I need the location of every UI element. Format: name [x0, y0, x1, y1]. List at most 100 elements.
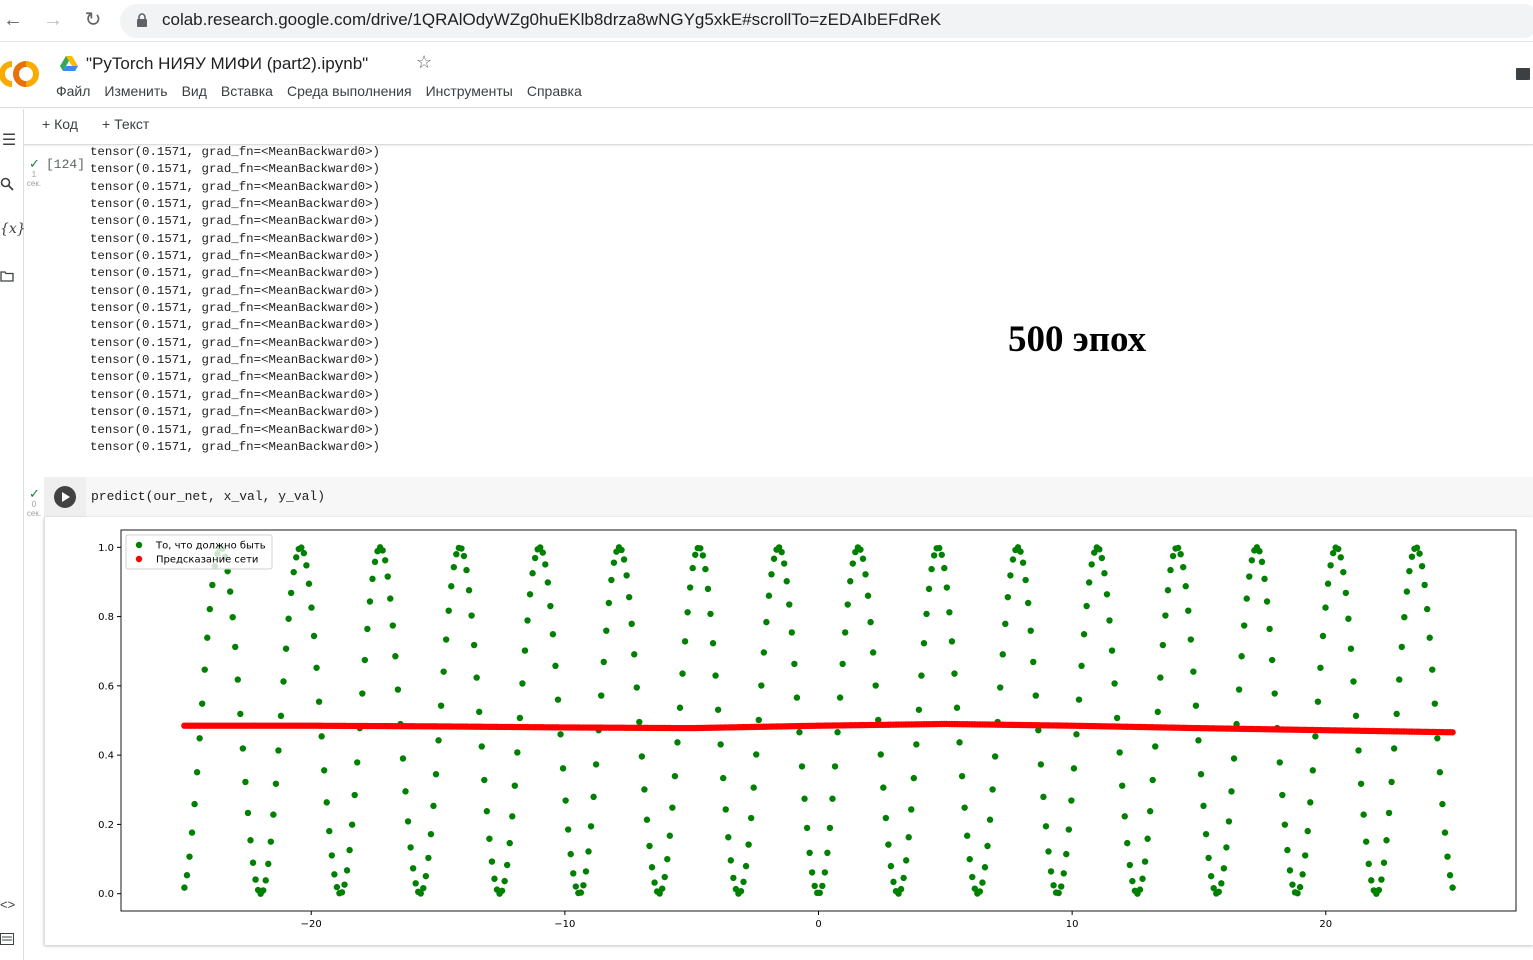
true-value-point [1027, 627, 1034, 634]
true-value-point [1080, 631, 1088, 638]
star-icon[interactable]: ☆ [416, 52, 432, 73]
true-value-point [361, 656, 369, 664]
colab-logo[interactable] [0, 58, 42, 90]
true-value-point [1078, 662, 1085, 670]
menu-tools[interactable]: Инструменты [426, 83, 513, 99]
output-line: tensor(0.1571, grad_fn=<MeanBackward0>) [90, 318, 380, 333]
true-value-point [603, 627, 610, 634]
true-value-point [1385, 809, 1393, 817]
output-line: tensor(0.1571, grad_fn=<MeanBackward0>) [90, 387, 380, 402]
true-value-point [1317, 664, 1324, 671]
menu-view[interactable]: Вид [182, 83, 207, 99]
prediction-point [1449, 729, 1456, 736]
true-value-point [831, 763, 839, 770]
true-value-point [1449, 884, 1456, 891]
true-value-point [641, 786, 648, 793]
true-value-point [521, 647, 529, 654]
true-value-point [567, 850, 574, 858]
menu-file[interactable]: Файл [56, 83, 90, 99]
true-value-point [1246, 573, 1253, 580]
legend-marker [135, 541, 143, 549]
url-text[interactable]: colab.research.google.com/drive/1QRAlOdy… [162, 10, 941, 30]
true-value-point [796, 729, 803, 736]
true-value-point [247, 837, 254, 844]
true-value-point [1119, 782, 1126, 789]
add-text-button[interactable]: + Текст [102, 116, 149, 132]
true-value-point [753, 751, 760, 758]
true-value-point [1042, 823, 1050, 830]
code-snippets-icon[interactable]: <> [0, 897, 15, 912]
true-value-point [900, 874, 907, 882]
true-value-point [1207, 872, 1215, 880]
true-value-point [890, 878, 897, 886]
true-value-point [1408, 553, 1416, 560]
true-value-point [867, 618, 874, 626]
true-value-point [1431, 700, 1439, 707]
play-icon[interactable] [54, 486, 76, 508]
true-value-point [237, 710, 244, 718]
true-value-point [1009, 556, 1017, 563]
true-value-point [463, 566, 470, 574]
true-value-point [1185, 607, 1192, 614]
back-arrow-icon[interactable]: ← [0, 7, 26, 33]
true-value-point [745, 841, 752, 848]
true-value-point [364, 625, 371, 633]
true-value-point [549, 631, 557, 638]
true-value-point [636, 718, 643, 726]
menu-help[interactable]: Справка [527, 83, 582, 99]
true-value-point [242, 778, 249, 786]
variables-icon[interactable]: {x} [0, 221, 26, 237]
true-value-point [252, 876, 259, 883]
drive-icon[interactable] [60, 56, 78, 72]
true-value-point [1266, 625, 1273, 633]
true-value-point [1324, 580, 1332, 587]
true-value-point [387, 595, 394, 602]
true-value-point [1017, 548, 1024, 555]
x-tick-label: 10 [1066, 919, 1079, 930]
true-value-point [262, 877, 269, 884]
forward-arrow-icon[interactable]: → [40, 7, 66, 33]
code-editor[interactable]: predict(our_net, x_val, y_val) [91, 489, 325, 504]
true-value-point [920, 640, 928, 647]
true-value-point [1040, 793, 1047, 801]
add-code-button[interactable]: + Код [42, 116, 78, 132]
true-value-point [514, 749, 521, 756]
true-value-point [1390, 745, 1398, 752]
true-value-point [958, 772, 966, 780]
output-line: tensor(0.1571, grad_fn=<MeanBackward0>) [90, 266, 380, 281]
output-line: tensor(0.1571, grad_fn=<MeanBackward0>) [90, 370, 380, 385]
search-icon[interactable] [0, 177, 14, 191]
true-value-point [1418, 562, 1426, 570]
true-value-point [478, 743, 485, 750]
true-value-point [877, 751, 884, 758]
true-value-point [697, 545, 704, 552]
menu-edit[interactable]: Изменить [104, 83, 167, 99]
true-value-point [409, 865, 417, 872]
menu-runtime[interactable]: Среда выполнения [287, 83, 412, 99]
true-value-point [303, 562, 310, 569]
true-value-point [819, 882, 826, 890]
true-value-point [686, 584, 694, 591]
true-value-point [608, 576, 615, 584]
true-value-point [1225, 818, 1233, 825]
table-of-contents-icon[interactable]: ☰ [0, 130, 18, 150]
true-value-point [1177, 550, 1184, 558]
true-value-point [557, 731, 564, 738]
menu-insert[interactable]: Вставка [221, 83, 273, 99]
comment-icon[interactable] [1516, 68, 1530, 80]
true-value-point [229, 613, 236, 621]
true-value-point [1357, 780, 1365, 787]
true-value-point [448, 583, 455, 590]
terminal-icon[interactable] [0, 933, 14, 945]
true-value-point [1228, 788, 1235, 795]
true-value-point [1301, 852, 1309, 859]
true-value-point [384, 573, 391, 580]
notebook-title[interactable]: "PyTorch НИЯУ МИФИ (part2).ipynb" [86, 54, 368, 74]
x-tick-label: −20 [301, 919, 322, 930]
true-value-point [717, 741, 724, 748]
folder-icon[interactable] [0, 270, 14, 282]
true-value-point [1294, 889, 1301, 897]
reload-icon[interactable]: ↻ [80, 7, 106, 33]
true-value-point [1444, 853, 1451, 860]
cell-time-unit: сек. [26, 179, 42, 188]
